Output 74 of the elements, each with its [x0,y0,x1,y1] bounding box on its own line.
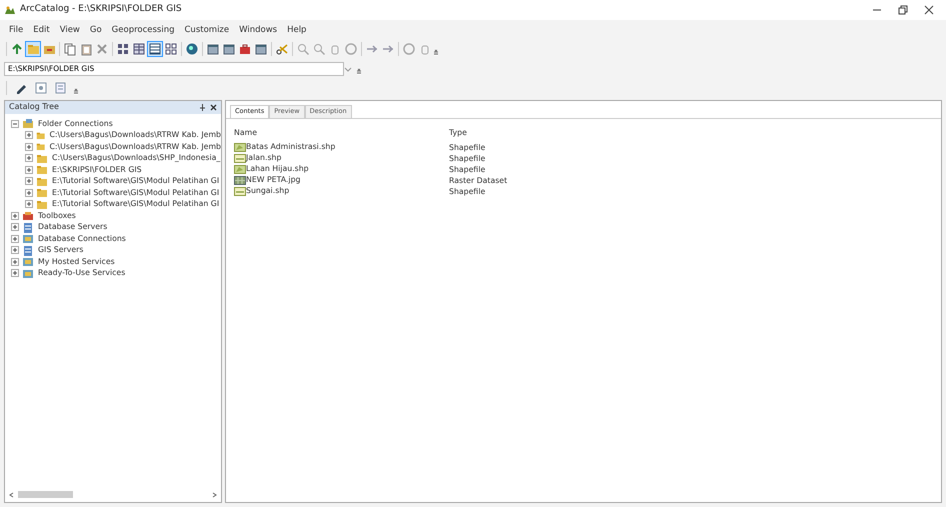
menu-item[interactable]: Geoprocessing [106,24,180,37]
toolbox-icon [22,210,34,221]
menu-item[interactable]: View [54,24,85,37]
expand-icon[interactable] [25,177,33,185]
menu-item[interactable]: Help [282,24,312,37]
magnifier-icon [312,42,326,56]
panel-title: Catalog Tree [9,101,59,114]
database-icon [22,233,34,244]
expand-icon[interactable] [11,212,19,220]
scissors-icon [275,42,289,56]
expand-icon[interactable] [25,142,33,150]
scrollbar-thumb[interactable] [18,491,73,498]
folder-icon [22,118,34,129]
collapse-icon[interactable] [11,120,19,128]
close-icon[interactable] [924,5,934,15]
expand-icon[interactable] [11,246,19,254]
metadata-icon [34,80,48,95]
restore-icon[interactable] [898,5,908,15]
polygon-layer-icon [234,164,246,174]
paste-icon [79,42,93,56]
folder-icon [36,187,48,198]
line-layer-icon [234,152,246,164]
menu-item[interactable]: File [4,24,28,37]
folder-icon [36,130,46,140]
window-icon [206,42,220,56]
magnifier-icon [296,42,310,56]
expand-icon[interactable] [11,234,19,242]
scroll-left-icon[interactable] [9,492,14,498]
list-view-button[interactable] [131,41,147,58]
folder-icon [36,141,46,152]
expand-icon[interactable] [11,223,19,231]
pin-icon[interactable] [199,103,206,112]
database-icon [22,268,34,278]
folder-icon [36,198,48,210]
copy-button[interactable] [62,41,78,58]
copy-icon [63,42,77,56]
expand-icon[interactable] [11,258,19,266]
expand-icon[interactable] [25,131,33,139]
close-icon[interactable] [210,104,217,111]
folder-icon [26,42,40,56]
folder-icon [36,164,48,175]
database-icon [22,256,34,267]
scroll-right-icon[interactable] [212,492,217,498]
expand-icon[interactable] [25,154,33,162]
menu-item[interactable]: Customize [180,24,234,37]
expand-icon[interactable] [25,166,33,174]
polygon-layer-icon [234,142,246,152]
thumbnails-button[interactable] [163,41,179,58]
expand-icon[interactable] [11,269,19,277]
folder-icon [36,152,48,164]
folder-icon [36,176,48,186]
dropdown-caret-icon[interactable] [344,64,352,73]
server-icon [22,244,34,256]
details-view-icon [148,42,162,56]
delete-icon [95,42,109,56]
properties-icon [54,80,68,95]
window-title: ArcCatalog - E:\SKRIPSI\FOLDER GIS [20,3,182,16]
up-arrow-icon [10,42,24,56]
menu-item[interactable]: Edit [28,24,55,37]
toolbox-icon [238,42,252,56]
line-layer-icon [234,186,246,196]
window-icon [222,42,236,56]
server-icon [22,222,34,232]
details-view-button[interactable] [147,41,163,58]
list-view-icon [132,42,146,56]
menu-item[interactable]: Windows [234,24,282,37]
expand-icon[interactable] [25,188,33,196]
window-icon [254,42,268,56]
raster-icon [234,174,246,186]
menu-item[interactable]: Go [84,24,107,37]
thumbnails-icon [164,42,178,56]
app-logo-icon [4,5,16,15]
folder-button[interactable] [25,41,41,58]
expand-icon[interactable] [25,200,33,208]
